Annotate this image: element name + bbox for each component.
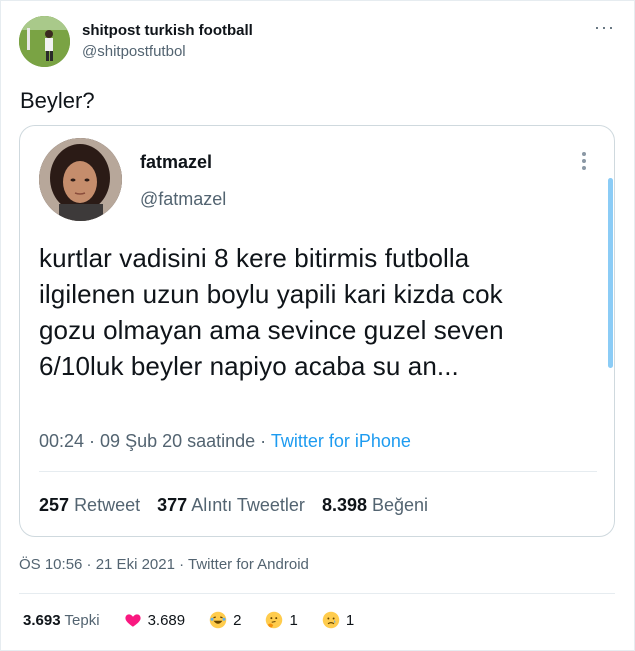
quotes-count: 377 (157, 495, 188, 515)
reaction-count: 1 (345, 611, 355, 629)
reaction-laughing[interactable]: 2 (209, 611, 241, 629)
likes-label: Beğeni (372, 495, 429, 515)
quoted-author-handle[interactable]: @fatmazel (140, 189, 226, 210)
quoted-timestamp: 00:24 · 09 Şub 20 saatinde · (39, 431, 271, 451)
quoted-text-line: 6/10luk beyler napiyo acaba su an... (39, 351, 459, 381)
quoted-author-avatar[interactable] (39, 138, 122, 221)
tweet-meta: ÖS 10:56 · 21 Eki 2021 · Twitter for And… (19, 556, 309, 573)
likes-stat[interactable]: 8.398 Beğeni (322, 495, 428, 515)
quotes-stat[interactable]: 377 Alıntı Tweetler (157, 495, 305, 515)
scrollbar[interactable] (608, 178, 613, 368)
quoted-stats: 257 Retweet 377 Alıntı Tweetler 8.398 Be… (39, 495, 440, 516)
quoted-text-line: kurtlar vadisini 8 kere bitirmis futboll… (39, 243, 470, 273)
reactions-total-label[interactable]: Tepki (65, 612, 100, 629)
quoted-more-icon[interactable] (580, 152, 588, 174)
quoted-author-name[interactable]: fatmazel (140, 152, 212, 173)
author-avatar[interactable] (19, 16, 70, 67)
reaction-heart[interactable]: 3.689 (124, 611, 186, 629)
more-options-icon[interactable]: ··· (594, 18, 616, 38)
quoted-tweet-card[interactable]: fatmazel @fatmazel kurtlar vadisini 8 ke… (19, 125, 615, 537)
likes-count: 8.398 (321, 495, 367, 515)
quoted-tweet-meta: 00:24 · 09 Şub 20 saatinde · Twitter for… (39, 431, 411, 452)
retweets-stat[interactable]: 257 Retweet (39, 495, 140, 515)
sad-emoji-icon (322, 611, 340, 629)
divider (39, 471, 597, 472)
author-handle[interactable]: @shitpostfutbol (82, 43, 186, 60)
reaction-count: 2 (233, 611, 242, 629)
heart-icon (125, 614, 141, 627)
quoted-tweet-text: kurtlar vadisini 8 kere bitirmis futboll… (39, 240, 599, 384)
retweets-label: Retweet (74, 495, 141, 515)
reaction-count: 1 (289, 611, 298, 629)
quoted-text-line: gozu olmayan ama sevince guzel seven (39, 315, 504, 345)
tweet-text: Beyler? (20, 88, 95, 113)
author-name[interactable]: shitpost turkish football (82, 22, 253, 39)
reaction-thinking[interactable]: 1 (265, 611, 298, 629)
reactions-bar: 3.693 Tepki 3.689 2 1 1 (23, 611, 354, 629)
reaction-count: 3.689 (147, 611, 186, 629)
laughing-emoji-icon (209, 611, 227, 629)
reactions-total-count[interactable]: 3.693 (23, 612, 61, 629)
quoted-source-link[interactable]: Twitter for iPhone (271, 431, 411, 451)
thinking-emoji-icon (266, 611, 283, 629)
divider (19, 593, 615, 594)
retweets-count: 257 (39, 495, 70, 515)
quoted-text-line: ilgilenen uzun boylu yapili kari kizda c… (39, 279, 503, 309)
reaction-sad[interactable]: 1 (322, 611, 354, 629)
scrollbar-thumb[interactable] (608, 178, 613, 368)
quotes-label: Alıntı Tweetler (191, 495, 305, 515)
